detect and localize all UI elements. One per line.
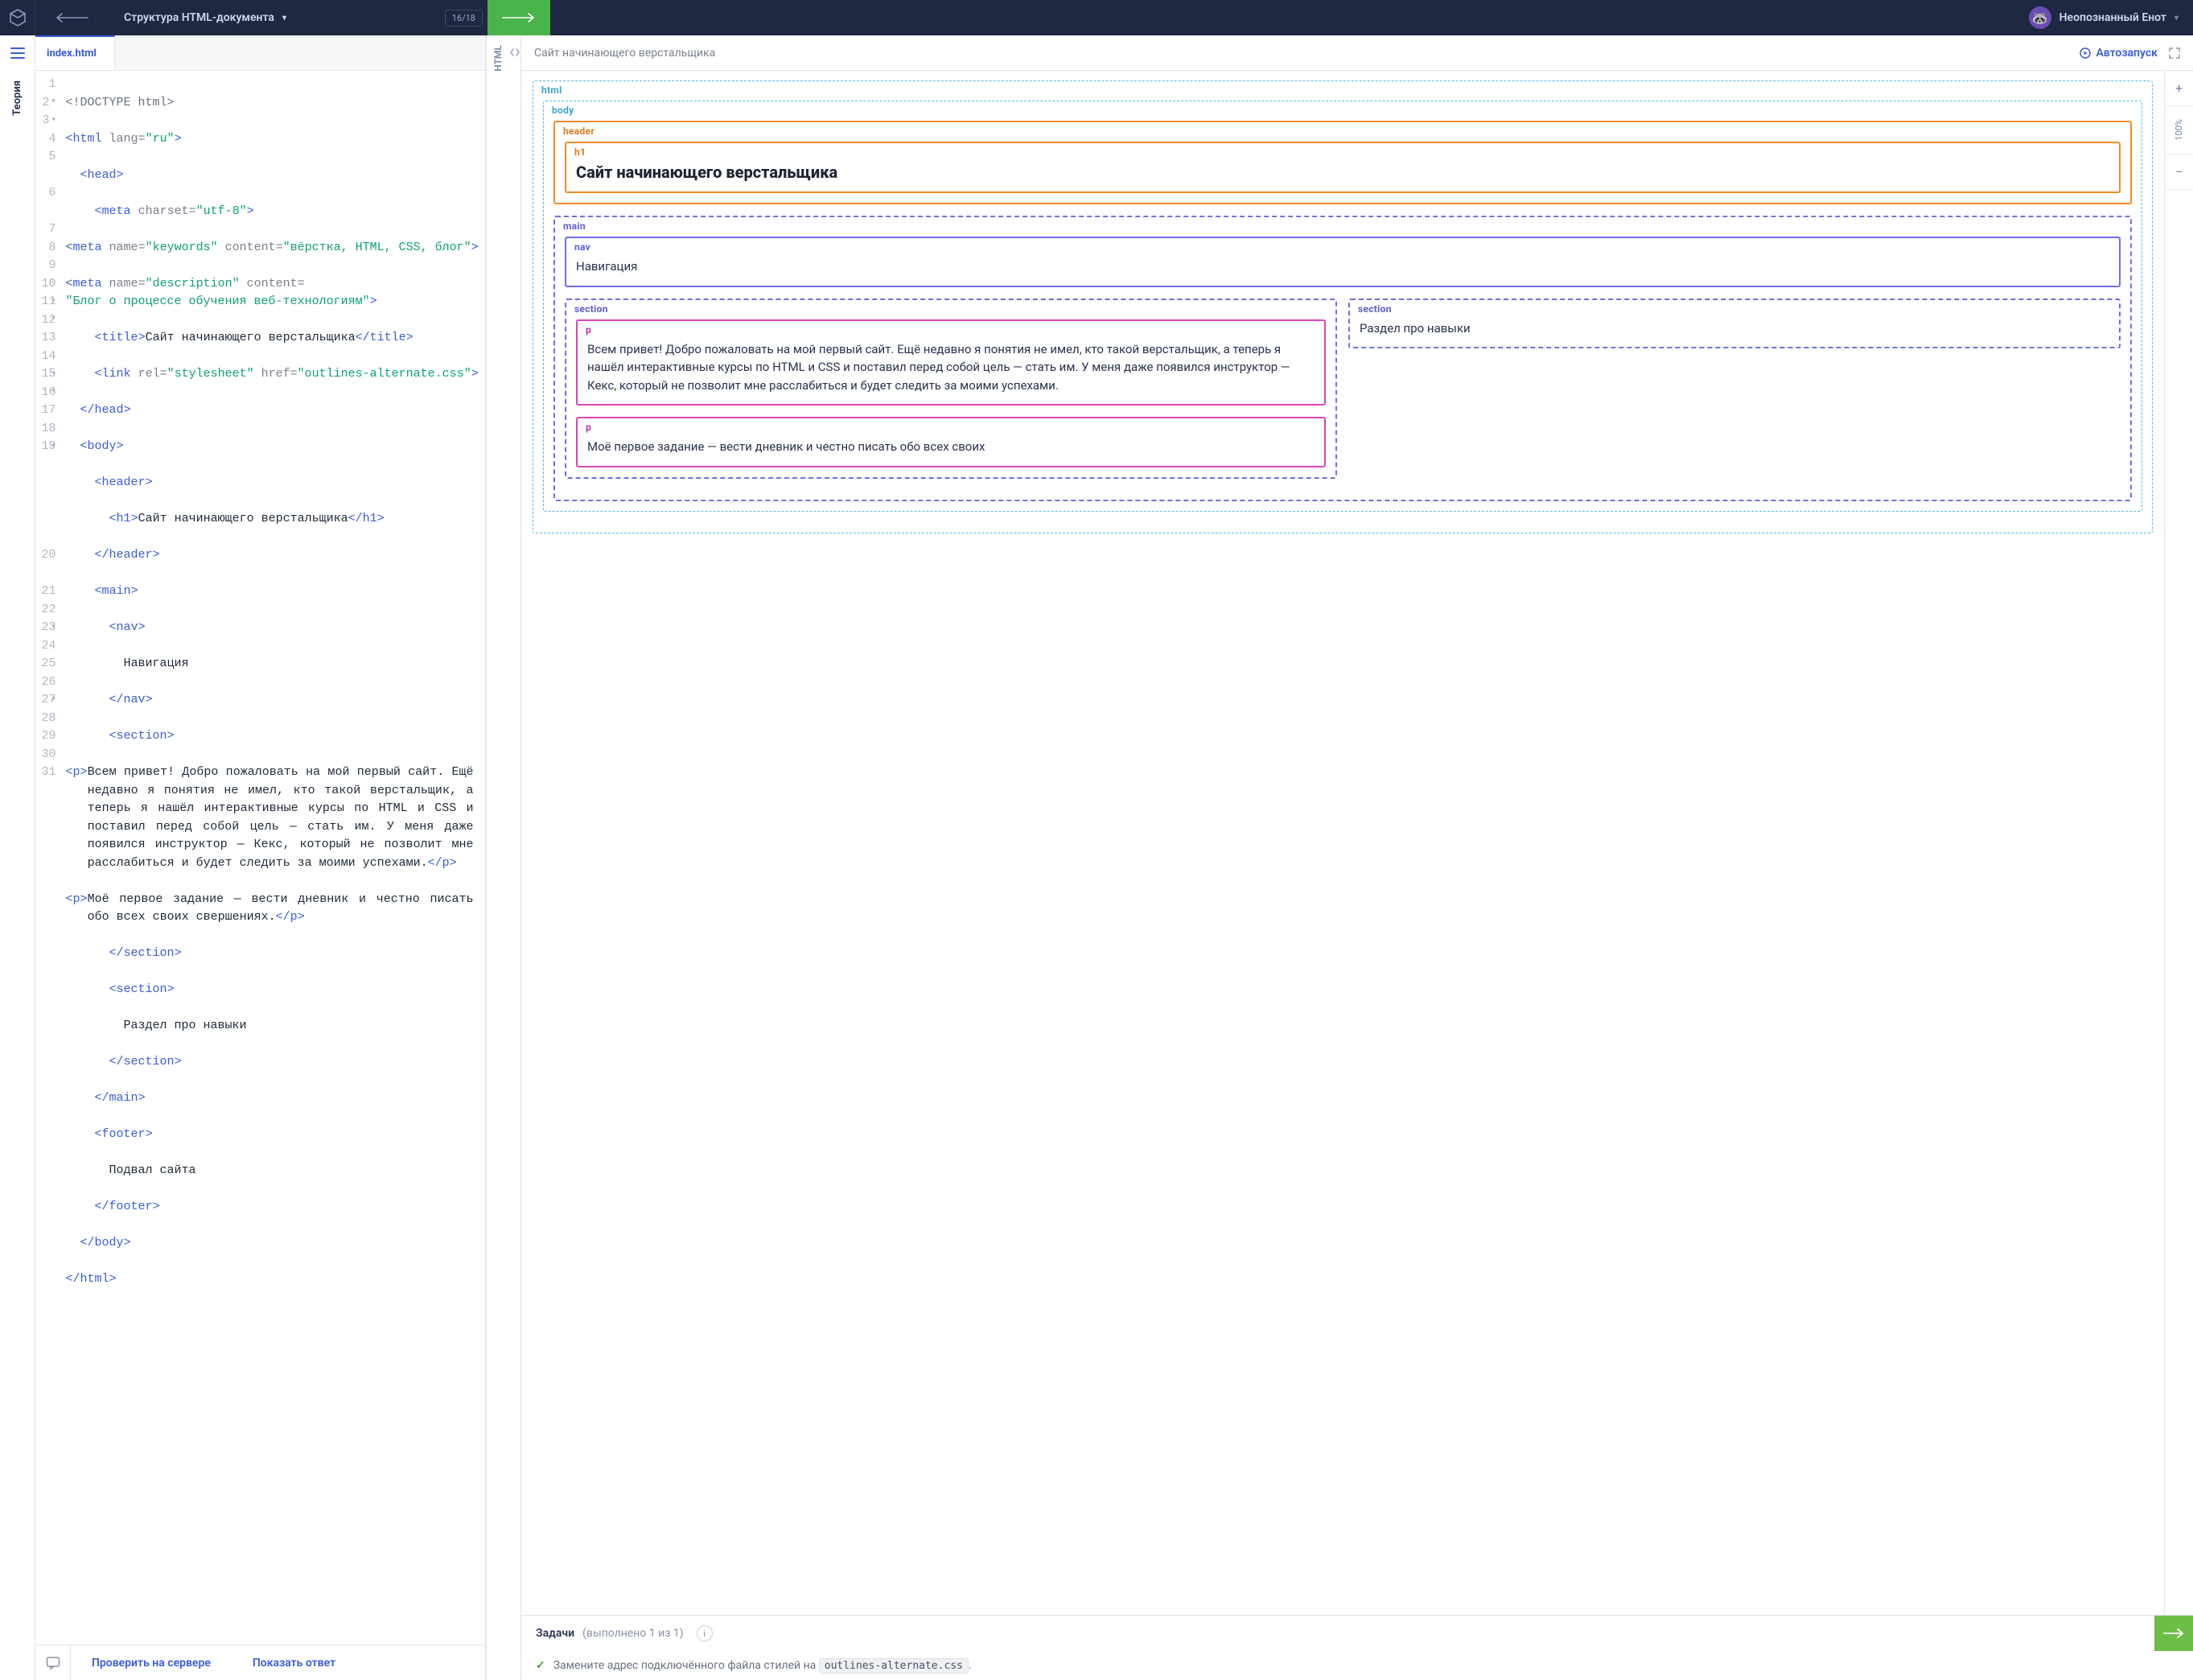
topbar: Структура HTML-документа ▾ 16/18 🦝 Неопо…: [0, 0, 2193, 35]
tab-index-html[interactable]: index.html: [35, 35, 115, 70]
code-content[interactable]: <!DOCTYPE html> <html lang="ru"> <head> …: [63, 71, 485, 1645]
task-code: outlines-alternate.css: [819, 1658, 969, 1674]
autorun-toggle[interactable]: Автозапуск: [2080, 47, 2158, 60]
outline-section-1: section p Всем привет! Добро пожаловать …: [565, 299, 1337, 479]
editor-mode-rail[interactable]: HTML: [486, 35, 508, 1680]
zoom-rail: + 100% −: [2164, 71, 2193, 1615]
check-icon: ✓: [536, 1659, 545, 1672]
task-text-post: .: [969, 1659, 972, 1672]
h1-text: Сайт начинающего верстальщика: [576, 163, 2109, 182]
preview-header: Сайт начинающего верстальщика Автозапуск: [521, 35, 2193, 71]
label-body: body: [552, 105, 574, 116]
task-item-1: ✓ Замените адрес подключённого файла сти…: [521, 1651, 2193, 1680]
lesson-title: Структура HTML-документа: [124, 11, 274, 24]
label-html: html: [541, 84, 562, 96]
theory-tab[interactable]: Теория: [11, 71, 23, 126]
expand-icon[interactable]: [2169, 47, 2180, 59]
label-section: section: [1358, 303, 1392, 315]
section2-text: Раздел про навыки: [1360, 319, 2109, 338]
editor-panel: index.html 1 2▾ 3▾ 4 5 6 7 8 9 10▾ 11▾ 1…: [35, 35, 486, 1680]
run-button[interactable]: [2154, 1616, 2193, 1651]
editor-bottom-bar: Проверить на сервере Показать ответ: [35, 1645, 485, 1680]
tasks-subtitle: (выполнено 1 из 1): [582, 1627, 684, 1640]
outline-section-2: section Раздел про навыки: [1348, 299, 2121, 349]
menu-icon[interactable]: [0, 35, 35, 71]
label-p: p: [586, 422, 591, 433]
left-rail: Теория: [0, 35, 35, 1680]
tasks-title: Задачи: [536, 1627, 574, 1640]
label-header: header: [563, 126, 595, 137]
code-editor[interactable]: 1 2▾ 3▾ 4 5 6 7 8 9 10▾ 11▾ 12 13 14▾ 15…: [35, 71, 485, 1645]
label-h1: h1: [574, 146, 586, 158]
html-label: HTML: [492, 45, 504, 72]
label-main: main: [563, 220, 586, 232]
preview-body: html body header h1 Сайт начинающего вер…: [521, 71, 2164, 1615]
tasks-panel: Задачи (выполнено 1 из 1) i ✓ Замените а…: [521, 1615, 2193, 1680]
resize-handle[interactable]: [508, 35, 521, 1680]
info-icon[interactable]: i: [697, 1625, 713, 1641]
user-menu[interactable]: 🦝 Неопознанный Енот ▾: [2014, 6, 2193, 29]
chevron-down-icon: ▾: [2174, 14, 2179, 23]
autorun-label: Автозапуск: [2096, 47, 2158, 60]
zoom-level[interactable]: 100%: [2165, 106, 2193, 154]
avatar-icon: 🦝: [2029, 6, 2051, 29]
preview-title: Сайт начинающего верстальщика: [534, 47, 2068, 60]
zoom-in-button[interactable]: +: [2165, 71, 2193, 106]
outline-p-1: p Всем привет! Добро пожаловать на мой п…: [576, 319, 1326, 406]
outline-header: header h1 Сайт начинающего верстальщика: [553, 121, 2132, 204]
outline-html: html body header h1 Сайт начинающего вер…: [533, 80, 2153, 533]
label-p: p: [586, 324, 591, 336]
chat-icon[interactable]: [35, 1645, 71, 1680]
outline-body: body header h1 Сайт начинающего версталь…: [543, 101, 2142, 512]
lesson-title-dropdown[interactable]: Структура HTML-документа ▾: [108, 11, 302, 24]
zoom-out-button[interactable]: −: [2165, 154, 2193, 190]
editor-tabs: index.html: [35, 35, 485, 71]
tab-label: index.html: [47, 47, 97, 60]
label-section: section: [574, 303, 608, 315]
outline-p-2: p Моё первое задание — вести дневник и ч…: [576, 417, 1326, 467]
preview-panel: Сайт начинающего верстальщика Автозапуск…: [521, 35, 2193, 1680]
outline-main: main nav Навигация section: [553, 216, 2132, 501]
lesson-progress: 16/18: [445, 10, 483, 27]
logo-icon[interactable]: [0, 0, 35, 35]
task-text-pre: Замените адрес подключённого файла стиле…: [553, 1659, 819, 1672]
outline-h1: h1 Сайт начинающего верстальщика: [565, 142, 2121, 193]
next-button[interactable]: [488, 0, 550, 35]
label-nav: nav: [574, 241, 590, 253]
show-answer-button[interactable]: Показать ответ: [232, 1657, 356, 1670]
line-gutter: 1 2▾ 3▾ 4 5 6 7 8 9 10▾ 11▾ 12 13 14▾ 15…: [35, 71, 63, 1645]
prev-button[interactable]: [35, 0, 108, 35]
p2-text: Моё первое задание — вести дневник и чес…: [587, 438, 1315, 456]
user-name: Неопознанный Енот: [2059, 11, 2166, 24]
tasks-header: Задачи (выполнено 1 из 1) i: [521, 1616, 2193, 1651]
chevron-down-icon: ▾: [282, 14, 286, 23]
p1-text: Всем привет! Добро пожаловать на мой пер…: [587, 340, 1315, 395]
nav-text: Навигация: [576, 257, 2109, 276]
outline-nav: nav Навигация: [565, 237, 2121, 287]
check-server-button[interactable]: Проверить на сервере: [71, 1657, 232, 1670]
